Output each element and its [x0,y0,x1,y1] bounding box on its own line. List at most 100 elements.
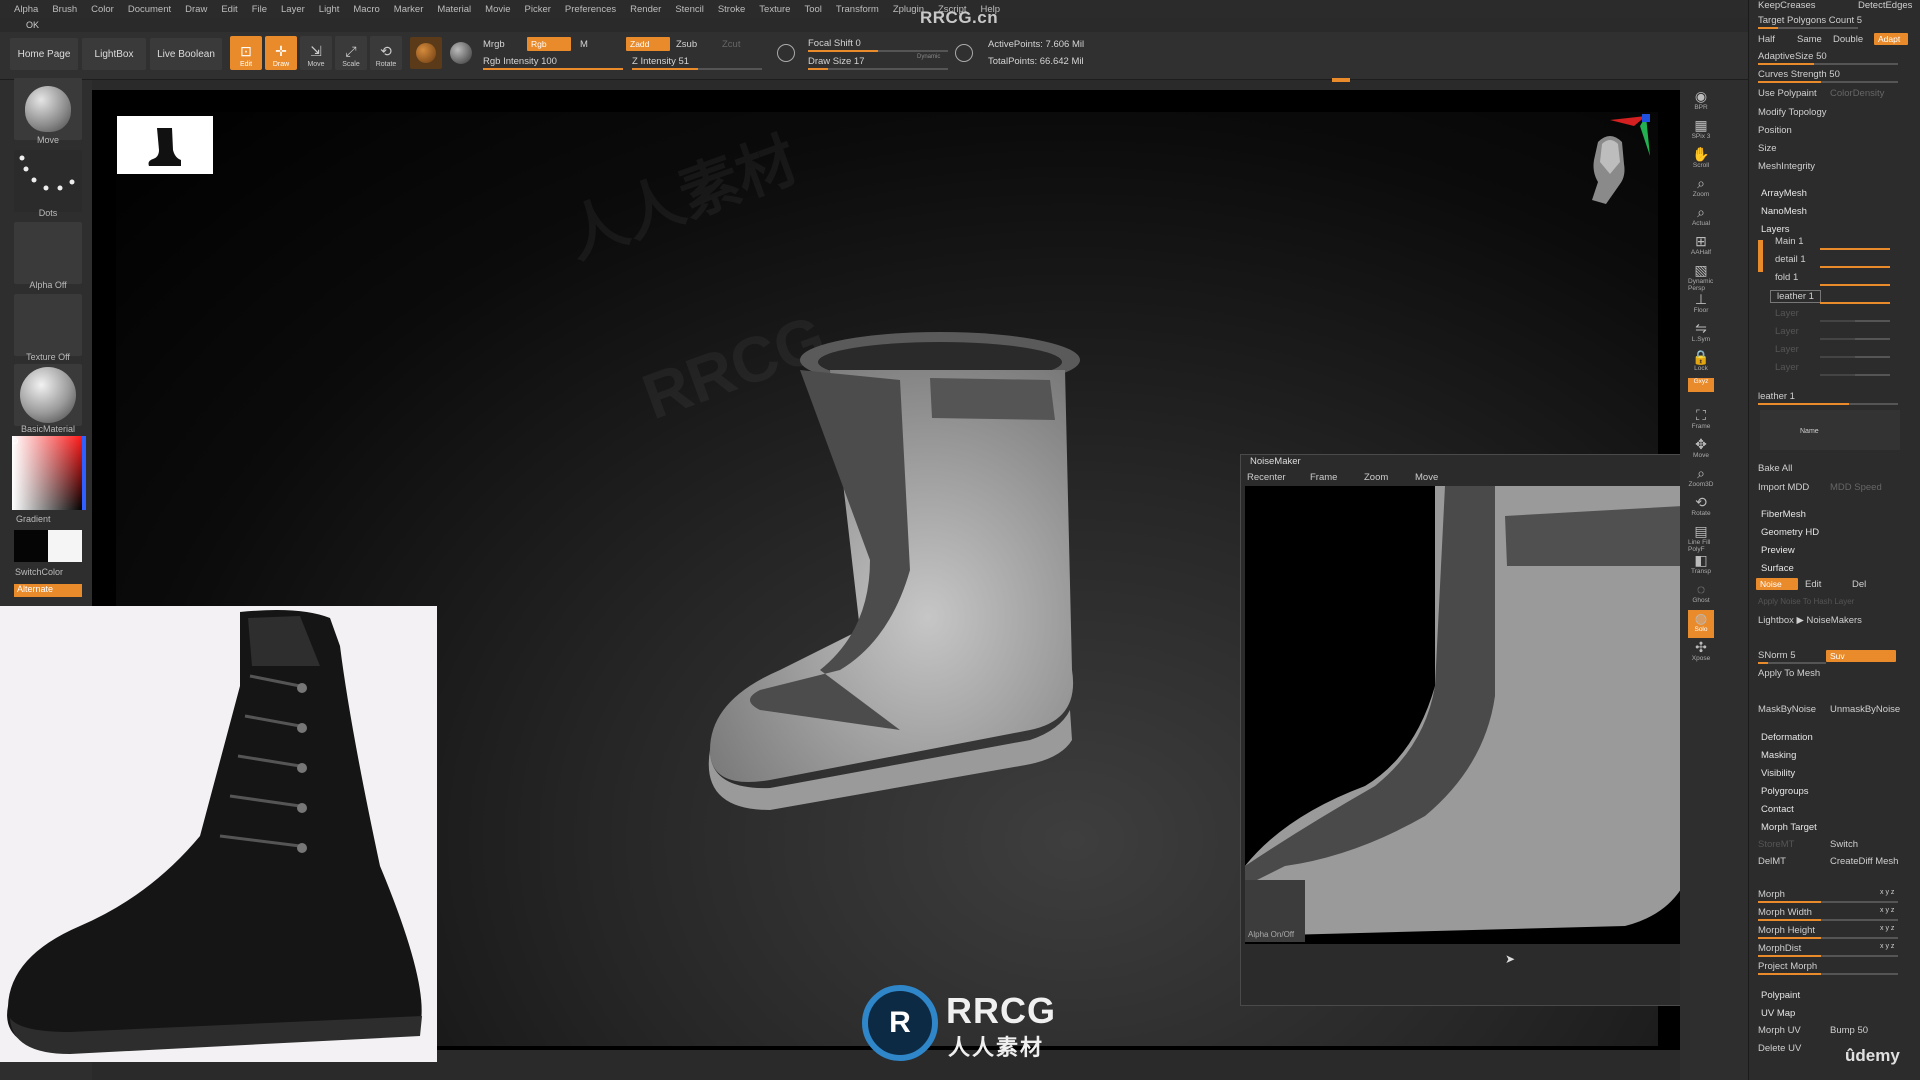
geometry-hd-section[interactable]: Geometry HD [1761,527,1819,538]
mesh-integrity-section[interactable]: MeshIntegrity [1758,161,1815,172]
menu-item-alpha[interactable]: Alpha [14,4,38,15]
home-page-button[interactable]: Home Page [10,38,78,70]
color-picker[interactable] [12,436,82,510]
contact-section[interactable]: Contact [1761,804,1794,815]
morph-uv-button[interactable]: Morph UV [1758,1025,1801,1036]
menu-item-texture[interactable]: Texture [759,4,790,15]
layer-strength-track[interactable] [1820,266,1890,268]
right-tray-tool-14[interactable]: ⟲ Rotate [1688,494,1714,522]
draw-size-slider[interactable]: Draw Size 17 [808,56,865,67]
morph-slider-track[interactable] [1758,901,1898,903]
ok-button[interactable]: OK [26,20,39,30]
morph-axis-toggle[interactable]: x y z [1880,907,1894,914]
layer-item[interactable]: fold 1 [1775,272,1798,283]
menu-item-render[interactable]: Render [630,4,661,15]
polygroups-section[interactable]: Polygroups [1761,786,1809,797]
focal-shift-slider[interactable]: Focal Shift 0 [808,38,861,49]
noisemaker-recenter-button[interactable]: Recenter [1247,472,1286,483]
curves-strength-slider[interactable]: Curves Strength 50 [1758,69,1840,80]
menu-item-file[interactable]: File [252,4,267,15]
alpha-selector[interactable] [14,222,82,284]
menu-item-light[interactable]: Light [319,4,340,15]
same-button[interactable]: Same [1797,34,1822,45]
layer-name-button[interactable]: Name [1800,428,1819,435]
delete-uv-button[interactable]: Delete UV [1758,1043,1801,1054]
live-boolean-button[interactable]: Live Boolean [150,38,222,70]
layer-action-buttons[interactable] [1760,410,1900,450]
zsub-toggle[interactable]: Zsub [676,39,697,50]
noise-edit-button[interactable]: Edit [1805,579,1821,590]
morph-slider-morph-height[interactable]: Morph Height [1758,925,1815,936]
zadd-toggle[interactable]: Zadd [626,37,670,51]
main-color-swatch[interactable] [14,530,48,562]
right-tray-tool-7[interactable]: ⊥ Floor [1688,291,1714,319]
morph-slider-track[interactable] [1758,955,1898,957]
layer-strength-track[interactable] [1820,302,1890,304]
menu-item-tool[interactable]: Tool [804,4,821,15]
draw-mode-button[interactable]: ✛ Draw [265,36,297,70]
move-mode-button[interactable]: ⇲ Move [300,36,332,70]
lightbox-noisemakers-button[interactable]: Lightbox ▶ NoiseMakers [1758,615,1862,626]
lightbox-button[interactable]: LightBox [82,38,146,70]
navigation-gizmo[interactable] [1570,112,1660,212]
texture-selector[interactable] [14,294,82,356]
dynamic-toggle[interactable]: Dynamic [917,54,940,60]
right-tray-tool-11[interactable]: ⛶ Frame [1688,407,1714,435]
leather-layer-track[interactable] [1758,403,1898,405]
store-mt-button[interactable]: StoreMT [1758,839,1794,850]
model-thumbnail[interactable] [117,116,213,174]
alternate-button[interactable]: Alternate [14,584,82,597]
preview-section[interactable]: Preview [1761,545,1795,556]
menu-item-material[interactable]: Material [437,4,471,15]
rotate-mode-button[interactable]: ⟲ Rotate [370,36,402,70]
menu-item-macro[interactable]: Macro [353,4,379,15]
polypaint-section[interactable]: Polypaint [1761,990,1800,1001]
focal-shift-track[interactable] [808,50,948,52]
uv-map-section[interactable]: UV Map [1761,1008,1795,1019]
layer-strength-track[interactable] [1820,356,1890,358]
adaptive-size-slider[interactable]: AdaptiveSize 50 [1758,51,1827,62]
switch-button[interactable]: Switch [1830,839,1858,850]
surface-section[interactable]: Surface [1761,563,1794,574]
layer-strength-track[interactable] [1820,284,1890,286]
adapt-button[interactable]: Adapt [1874,33,1908,45]
menu-item-document[interactable]: Document [128,4,171,15]
use-polypaint-toggle[interactable]: Use Polypaint [1758,88,1817,99]
right-tray-tool-16[interactable]: ◧ Transp [1688,552,1714,580]
fiber-mesh-section[interactable]: FiberMesh [1761,509,1806,520]
layer-item[interactable]: Layer [1775,362,1799,373]
morph-slider-morph-width[interactable]: Morph Width [1758,907,1812,918]
del-mt-button[interactable]: DelMT [1758,856,1786,867]
visibility-section[interactable]: Visibility [1761,768,1795,779]
layer-strength-track[interactable] [1820,338,1890,340]
layers-section[interactable]: Layers [1761,224,1790,235]
create-diff-mesh-button[interactable]: CreateDiff Mesh [1830,856,1898,867]
morph-axis-toggle[interactable]: x y z [1880,943,1894,950]
noisemaker-frame-button[interactable]: Frame [1310,472,1337,483]
noisemaker-move-button[interactable]: Move [1415,472,1438,483]
morph-slider-track[interactable] [1758,937,1898,939]
rgb-intensity-slider[interactable]: Rgb Intensity 100 [483,56,557,67]
material-swatch-icon[interactable] [410,37,442,69]
bump-slider[interactable]: Bump 50 [1830,1025,1868,1036]
right-tray-tool-6[interactable]: ▧ Dynamic Persp [1688,262,1714,292]
layer-item[interactable]: Layer [1775,344,1799,355]
right-tray-tool-8[interactable]: ⇋ L.Sym [1688,320,1714,348]
right-tray-tool-1[interactable]: ▦ SPix 3 [1688,117,1714,145]
menu-item-brush[interactable]: Brush [52,4,77,15]
right-tray-tool-17[interactable]: ◌ Ghost [1688,581,1714,609]
boot-sculpt-model[interactable] [700,310,1260,910]
deformation-section[interactable]: Deformation [1761,732,1813,743]
bake-all-button[interactable]: Bake All [1758,463,1792,474]
morph-axis-toggle[interactable]: x y z [1880,889,1894,896]
sphere-material-icon[interactable] [450,42,472,64]
draw-size-track[interactable] [808,68,948,70]
menu-item-stencil[interactable]: Stencil [675,4,704,15]
z-intensity-slider[interactable]: Z Intensity 51 [632,56,689,67]
snorm-track[interactable] [1758,662,1826,664]
right-tray-tool-3[interactable]: ⌕ Zoom [1688,175,1714,203]
adaptive-size-track[interactable] [1758,63,1898,65]
right-tray-tool-19[interactable]: ✣ Xpose [1688,639,1714,667]
focal-shift-icon[interactable] [777,44,795,62]
right-tray-tool-2[interactable]: ✋ Scroll [1688,146,1714,174]
